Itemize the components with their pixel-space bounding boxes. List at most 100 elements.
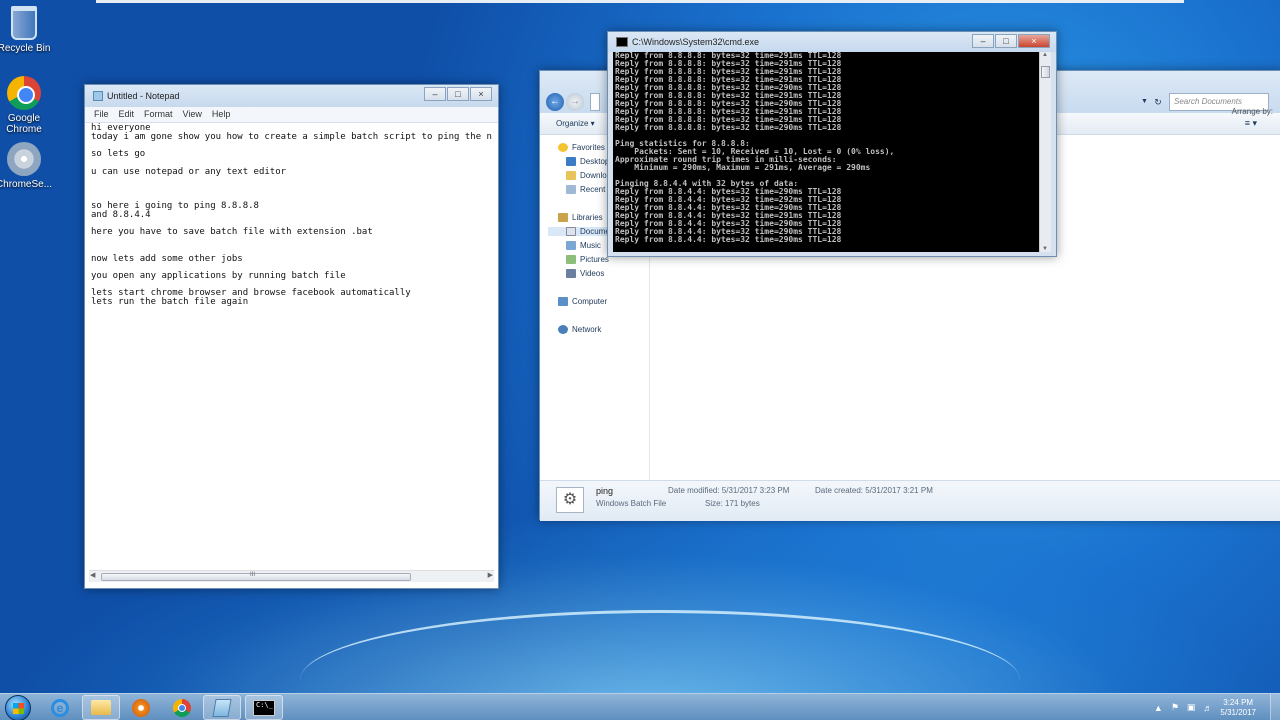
- details-pane: ⚙ ping Windows Batch File Date modified:…: [540, 480, 1280, 521]
- taskbar-media-player[interactable]: [122, 695, 160, 720]
- desktop-icon-label: Recycle Bin: [0, 43, 51, 54]
- menu-view[interactable]: View: [178, 107, 207, 122]
- address-dropdown-icon[interactable]: ▼: [1141, 93, 1149, 111]
- menu-format[interactable]: Format: [139, 107, 178, 122]
- scroll-thumb[interactable]: [1041, 66, 1050, 78]
- show-desktop-button[interactable]: [1270, 694, 1280, 720]
- nav-desktop[interactable]: Desktop: [566, 157, 609, 166]
- nav-favorites[interactable]: Favorites: [558, 143, 605, 152]
- taskbar-google-chrome[interactable]: [163, 695, 201, 720]
- clock-time: 3:24 PM: [1223, 697, 1254, 707]
- notepad-text-area[interactable]: hi everyone today i am gone show you how…: [89, 123, 494, 566]
- network-icon: [558, 325, 568, 334]
- notepad-icon: [212, 698, 232, 717]
- notepad-menubar: File Edit Format View Help: [85, 107, 498, 123]
- videos-icon: [566, 269, 576, 278]
- file-name: ping: [596, 486, 614, 496]
- nav-music[interactable]: Music: [566, 241, 601, 250]
- recycle-bin-icon: [11, 6, 37, 40]
- notepad-titlebar[interactable]: Untitled - Notepad – □ ×: [85, 85, 498, 107]
- folder-icon: [91, 700, 111, 715]
- notepad-window: Untitled - Notepad – □ × File Edit Forma…: [84, 84, 499, 589]
- menu-edit[interactable]: Edit: [114, 107, 140, 122]
- nav-computer[interactable]: Computer: [558, 297, 607, 306]
- documents-icon: [566, 227, 576, 236]
- close-button[interactable]: ×: [1018, 34, 1050, 48]
- pictures-icon: [566, 255, 576, 264]
- file-type: Windows Batch File: [596, 499, 667, 508]
- show-hidden-icons-icon[interactable]: ▲: [1154, 703, 1163, 713]
- cmd-window: C:\Windows\System32\cmd.exe – □ × Reply …: [607, 31, 1057, 257]
- nav-network[interactable]: Network: [558, 325, 601, 334]
- star-icon: [558, 143, 568, 152]
- nav-label: Network: [572, 325, 602, 334]
- taskbar-notepad[interactable]: [203, 695, 241, 720]
- menu-file[interactable]: File: [89, 107, 114, 122]
- notepad-icon: [93, 91, 103, 101]
- taskbar-command-prompt[interactable]: C:\_: [245, 695, 283, 720]
- nav-pictures[interactable]: Pictures: [566, 255, 609, 264]
- file-size: Size: 171 bytes: [705, 499, 760, 508]
- recent-pages-dropdown[interactable]: [590, 93, 600, 111]
- date-created: Date created: 5/31/2017 3:21 PM: [815, 486, 933, 495]
- nav-label: Music: [580, 241, 601, 250]
- chrome-icon: [7, 76, 41, 110]
- music-icon: [566, 241, 576, 250]
- libraries-icon: [558, 213, 568, 222]
- taskbar: e C:\_ ▲ ⚑ ▣ ♬ 3:24 PM 5/31/2017: [0, 693, 1280, 720]
- maximize-button[interactable]: □: [995, 34, 1017, 48]
- back-arrow-icon[interactable]: ←: [546, 93, 564, 111]
- forward-arrow-icon[interactable]: →: [566, 93, 584, 111]
- nav-videos[interactable]: Videos: [566, 269, 604, 278]
- desktop-icon-label: ChromeSe...: [0, 179, 53, 190]
- desktop-icon-label: Google Chrome: [6, 113, 42, 135]
- downloads-folder-icon: [566, 171, 576, 180]
- minimize-button[interactable]: –: [972, 34, 994, 48]
- scroll-up-icon[interactable]: ▲: [1042, 52, 1048, 58]
- top-window-edge: [96, 0, 1184, 3]
- media-player-icon: [132, 698, 150, 717]
- internet-explorer-icon: e: [51, 698, 69, 717]
- cmd-titlebar[interactable]: C:\Windows\System32\cmd.exe – □ ×: [608, 32, 1056, 52]
- organize-button[interactable]: Organize ▾: [556, 119, 595, 128]
- action-center-flag-icon[interactable]: ⚑: [1171, 702, 1179, 713]
- nav-label: Libraries: [572, 213, 603, 222]
- arrange-by-label[interactable]: Arrange by:: [1232, 107, 1273, 116]
- setup-disc-icon: [7, 142, 41, 176]
- taskbar-windows-explorer[interactable]: [82, 695, 120, 720]
- minimize-button[interactable]: –: [424, 87, 446, 101]
- vertical-scrollbar[interactable]: ▲ ▼: [1039, 52, 1051, 252]
- desktop-icon-recycle-bin[interactable]: Recycle Bin: [0, 6, 56, 54]
- scroll-down-icon[interactable]: ▼: [1042, 246, 1048, 252]
- nav-label: Favorites: [572, 143, 605, 152]
- window-title: Untitled - Notepad: [107, 91, 180, 101]
- scroll-thumb[interactable]: III: [101, 572, 411, 581]
- refresh-icon[interactable]: ↻: [1151, 93, 1165, 111]
- menu-help[interactable]: Help: [207, 107, 236, 122]
- system-tray: ▲ ⚑ ▣ ♬ 3:24 PM 5/31/2017: [1154, 694, 1276, 720]
- console-output[interactable]: Reply from 8.8.8.8: bytes=32 time=291ms …: [613, 52, 1041, 252]
- desktop-icon-chrome-setup[interactable]: ChromeSe...: [0, 142, 56, 190]
- view-options-icon[interactable]: ≡ ▾: [1245, 118, 1257, 129]
- start-button[interactable]: [5, 695, 31, 720]
- clock[interactable]: 3:24 PM 5/31/2017: [1220, 698, 1256, 718]
- cmd-icon: C:\_: [253, 699, 275, 716]
- chrome-icon: [173, 698, 191, 717]
- nav-libraries[interactable]: Libraries: [558, 213, 603, 222]
- cmd-icon: [616, 37, 628, 47]
- nav-label: Videos: [580, 269, 605, 278]
- nav-label: Computer: [572, 297, 608, 306]
- scroll-grip: III: [250, 572, 256, 578]
- close-button[interactable]: ×: [470, 87, 492, 101]
- horizontal-scrollbar[interactable]: ◀ III ▶: [89, 570, 494, 582]
- volume-icon[interactable]: ♬: [1203, 703, 1212, 713]
- scroll-left-icon[interactable]: ◀: [90, 571, 95, 579]
- date-modified: Date modified: 5/31/2017 3:23 PM: [668, 486, 790, 495]
- network-icon[interactable]: ▣: [1187, 702, 1196, 713]
- taskbar-internet-explorer[interactable]: e: [41, 695, 79, 720]
- maximize-button[interactable]: □: [447, 87, 469, 101]
- clock-date: 5/31/2017: [1220, 707, 1256, 717]
- desktop-icon-chrome[interactable]: Google Chrome: [0, 76, 56, 135]
- scroll-right-icon[interactable]: ▶: [488, 571, 493, 579]
- desktop-icon: [566, 157, 576, 166]
